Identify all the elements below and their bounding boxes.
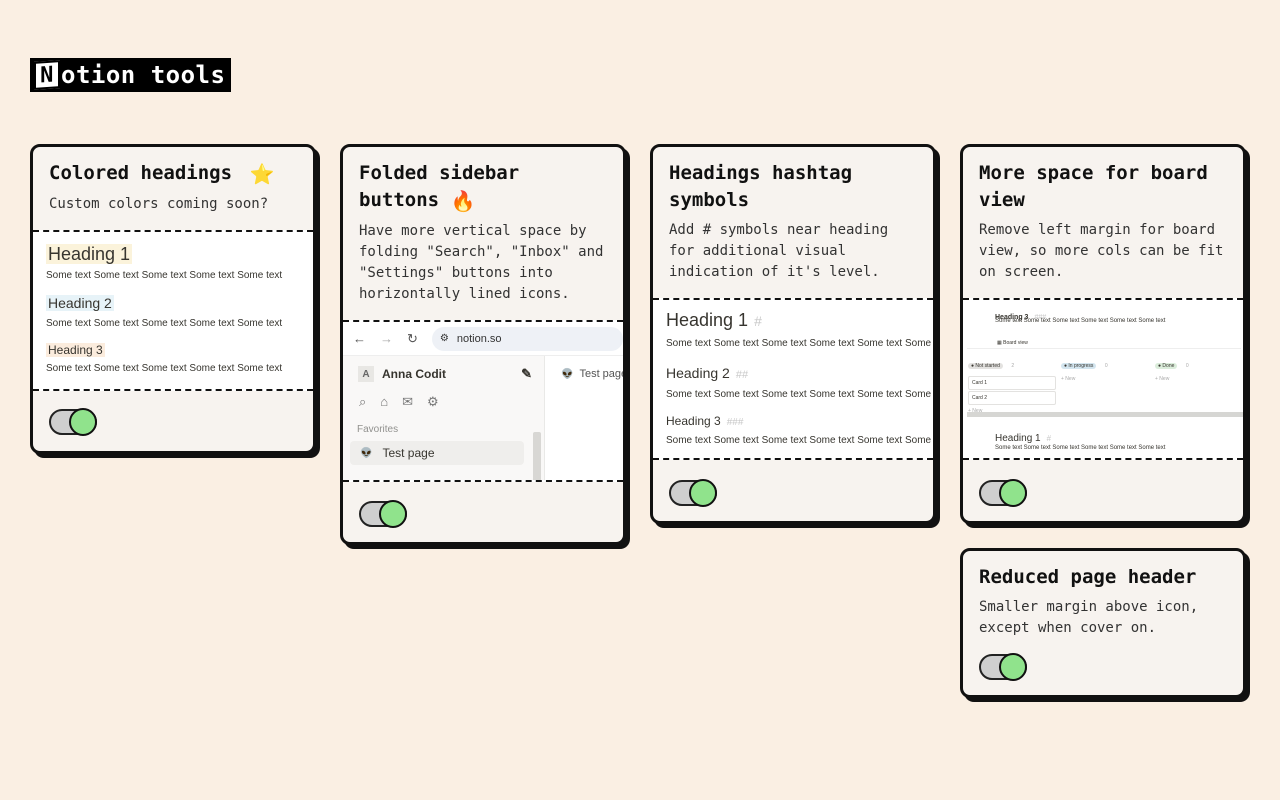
preview-image: Heading 1 Some text Some text Some text … (33, 230, 313, 391)
status-badge: ● Not started (968, 363, 1003, 369)
preview-heading-1: Heading 1 (995, 433, 1041, 444)
card-reduced-header: Reduced page header Smaller margin above… (960, 548, 1246, 698)
preview-text: Some text Some text Some text Some text … (46, 363, 283, 374)
browser-toolbar: ← → ↻ ⚙ notion.so (343, 322, 623, 356)
preview-heading-1: Heading 1 (46, 244, 133, 264)
app-logo: Notion tools (30, 58, 232, 92)
board-view-tab[interactable]: ▦ Board view (997, 340, 1028, 346)
board-column-not-started: ● Not started 2 Card 1 Card 2 + New (968, 354, 1056, 414)
new-card-button[interactable]: + New (1155, 376, 1243, 382)
card-title: More space for board view (979, 162, 1208, 211)
preview-text: Some text Some text Some text Some text … (995, 318, 1166, 324)
inbox-icon[interactable]: ✉ (402, 394, 413, 410)
status-badge: ● In progress (1061, 363, 1097, 369)
page-emoji-icon: 👽 (561, 369, 574, 380)
card-description: Remove left margin for board view, so mo… (979, 222, 1224, 280)
workspace-name: Anna Codit (382, 367, 446, 381)
card-title: Reduced page header (979, 566, 1197, 588)
preview-text: Some text Some text Some text Some text … (46, 270, 283, 281)
new-card-button[interactable]: + New (1061, 376, 1149, 382)
forward-arrow-icon: → (380, 331, 393, 346)
feature-toggle[interactable] (669, 479, 717, 507)
hash-mark: # (1046, 434, 1052, 443)
card-folded-sidebar: Folded sidebar buttons 🔥 Have more verti… (340, 144, 626, 545)
preview-text: Some text Some text Some text Some text … (995, 445, 1166, 451)
card-description: Smaller margin above icon, except when c… (979, 599, 1199, 636)
card-description: Have more vertical space by folding "Sea… (359, 223, 604, 302)
preview-text: Some text Some text Some text Some text … (46, 318, 283, 329)
notion-sidebar: A Anna Codit ✎ ⌕ ⌂ ✉ ⚙ Favorites 👽 Test … (343, 356, 545, 480)
toggle-knob (999, 653, 1027, 681)
card-title: Folded sidebar buttons 🔥 (359, 162, 520, 213)
status-badge: ● Done (1155, 363, 1178, 369)
hash-mark: ### (726, 417, 744, 428)
preview-heading-3: Heading 3 (46, 343, 105, 357)
feature-toggle[interactable] (979, 653, 1027, 681)
board-card[interactable]: Card 2 (968, 391, 1056, 405)
preview-image: ← → ↻ ⚙ notion.so A Anna Codit ✎ ⌕ ⌂ ✉ ⚙… (343, 320, 623, 482)
hash-mark: # (754, 313, 762, 329)
feature-toggle[interactable] (49, 408, 97, 436)
card-description: Add # symbols near heading for additiona… (669, 222, 889, 280)
card-description: Custom colors coming soon? (49, 196, 269, 212)
notion-logo-icon: N (34, 60, 60, 90)
home-icon[interactable]: ⌂ (380, 394, 388, 410)
page-emoji-icon: 👽 (360, 447, 373, 459)
board-column-done: ● Done 0 + New (1155, 354, 1243, 382)
search-icon[interactable]: ⌕ (359, 394, 366, 410)
toggle-knob (999, 479, 1027, 507)
fire-icon: 🔥 (450, 189, 476, 213)
card-colored-headings: Colored headings ⭐ Custom colors coming … (30, 144, 316, 454)
star-icon: ⭐ (249, 162, 275, 186)
card-title: Headings hashtag symbols (669, 162, 853, 211)
card-title: Colored headings ⭐ (49, 162, 275, 186)
preview-image: Heading 3 ### Some text Some text Some te… (963, 298, 1243, 460)
hash-mark: ## (735, 369, 749, 381)
preview-heading-1: Heading 1 (666, 310, 749, 330)
preview-text: Some text Some text Some text Some text … (666, 435, 933, 446)
logo-text: otion tools (61, 61, 226, 89)
site-settings-icon: ⚙ (439, 333, 449, 344)
new-page-icon: ✎ (521, 366, 532, 381)
preview-heading-2: Heading 2 (46, 295, 114, 311)
sidebar-item-test-page[interactable]: 👽 Test page (350, 441, 524, 465)
settings-gear-icon[interactable]: ⚙ (427, 394, 439, 410)
toggle-knob (379, 500, 407, 528)
preview-image: Heading 1 # Some text Some text Some text… (653, 298, 933, 460)
toggle-knob (69, 408, 97, 436)
horizontal-scrollbar[interactable] (967, 412, 1243, 417)
card-hashtag-symbols: Headings hashtag symbols Add # symbols n… (650, 144, 936, 524)
preview-text: Some text Some text Some text Some text … (666, 338, 933, 349)
feature-toggle[interactable] (979, 479, 1027, 507)
page-tab[interactable]: 👽 Test page (561, 368, 623, 380)
board-card[interactable]: Card 1 (968, 376, 1056, 390)
board-column-in-progress: ● In progress 0 + New (1061, 354, 1149, 382)
back-arrow-icon: ← (353, 331, 366, 346)
preview-heading-2: Heading 2 (666, 365, 730, 381)
workspace-avatar: A (358, 366, 374, 382)
toggle-knob (689, 479, 717, 507)
address-bar: ⚙ notion.so (431, 326, 623, 351)
preview-text: Some text Some text Some text Some text … (666, 389, 933, 400)
favorites-label: Favorites (357, 424, 399, 435)
card-board-view: More space for board view Remove left ma… (960, 144, 1246, 524)
scrollbar[interactable] (533, 432, 541, 480)
reload-icon: ↻ (407, 330, 418, 346)
preview-heading-3: Heading 3 (666, 414, 721, 428)
feature-toggle[interactable] (359, 500, 407, 528)
